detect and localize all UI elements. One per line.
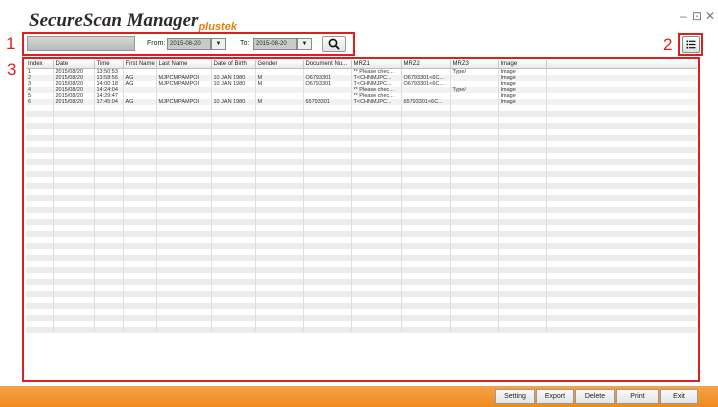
search-input[interactable] [27,36,135,51]
list-view-button[interactable] [682,36,700,53]
setting-button[interactable]: Setting [495,389,535,404]
records-table: Index Date Time First Name Last Name Date of … [26,60,697,380]
search-button[interactable] [322,36,346,52]
column-header[interactable]: Date of Birth [211,60,256,69]
from-date-dropdown[interactable]: ▼ [211,38,226,50]
exit-button[interactable]: Exit [660,389,698,404]
column-header[interactable]: MRZ2 [401,60,451,69]
maximize-icon[interactable]: ⊡ [692,9,702,23]
column-header[interactable]: MRZ3 [450,60,499,69]
empty-row [26,327,697,333]
column-header[interactable]: Document Nu... [303,60,352,69]
export-button[interactable]: Export [536,389,574,404]
annotation-3: 3 [7,60,17,79]
annotation-1: 1 [6,34,16,53]
to-label: To: [240,40,250,47]
column-header[interactable]: First Name [123,60,157,69]
column-header[interactable]: Time [94,60,124,69]
from-label: From: [147,40,166,47]
list-view-icon [686,40,696,49]
table-header-row: Index Date Time First Name Last Name Date of … [26,60,697,69]
app-title: SecureScan Managerplustek [29,10,237,33]
chevron-down-icon: ▼ [215,41,222,47]
column-header[interactable]: Date [53,60,95,69]
to-date-field[interactable]: 2015-08-20 [253,38,297,50]
column-header[interactable]: Index [26,60,54,69]
table-cell: 65793301<6C... [401,99,451,105]
minimize-icon[interactable]: – [680,9,687,23]
search-icon [328,38,340,50]
column-header[interactable]: Image [498,60,547,69]
print-button[interactable]: Print [616,389,659,404]
column-header[interactable]: Last Name [156,60,212,69]
delete-button[interactable]: Delete [575,389,615,404]
table-cell: O6793301<6C... [401,81,451,87]
app-title-text: SecureScan Manager [29,10,199,31]
annotation-2: 2 [663,35,673,54]
from-date-field[interactable]: 2015-08-20 [167,38,211,50]
column-header[interactable] [546,60,697,69]
chevron-down-icon: ▼ [301,41,308,47]
column-header[interactable]: MRZ1 [351,60,402,69]
close-icon[interactable]: ✕ [705,9,715,23]
to-date-dropdown[interactable]: ▼ [297,38,312,50]
column-header[interactable]: Gender [255,60,304,69]
